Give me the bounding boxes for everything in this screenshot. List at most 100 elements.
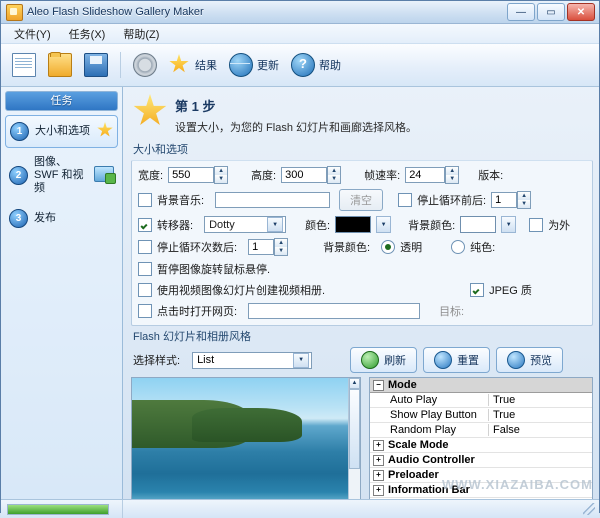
- stop-loop-after-spin-buttons[interactable]: ▲ ▼: [517, 191, 532, 209]
- toolbar-result-button[interactable]: 结果: [164, 51, 222, 79]
- click-url-input[interactable]: [248, 303, 421, 319]
- transition-checkbox[interactable]: [138, 217, 152, 232]
- preview-label: 预览: [530, 355, 553, 367]
- background-color-dropdown-icon[interactable]: ▼: [501, 216, 517, 233]
- property-value[interactable]: True: [488, 409, 592, 421]
- expand-icon[interactable]: +: [373, 439, 384, 451]
- style-group-title: Flash 幻灯片和相册风格: [133, 331, 251, 343]
- toolbar-update-label: 更新: [257, 60, 279, 72]
- preview-photo: [132, 378, 349, 499]
- table-row[interactable]: Show Play Button True: [370, 408, 592, 423]
- loop-stop-input[interactable]: [248, 239, 275, 255]
- table-row[interactable]: Random Play False: [370, 423, 592, 438]
- background-color-swatch[interactable]: [460, 216, 497, 233]
- width-input[interactable]: [168, 167, 215, 183]
- maximize-button[interactable]: ▭: [537, 3, 565, 21]
- menu-file[interactable]: 文件(Y): [5, 24, 60, 44]
- refresh-icon: [361, 351, 380, 369]
- stop-loop-after-checkbox[interactable]: [398, 193, 413, 207]
- jpeg-quality-label: JPEG 质: [489, 285, 532, 297]
- preview-button[interactable]: 预览: [496, 347, 564, 373]
- size-options-title: 大小和选项: [133, 144, 188, 156]
- property-group-border-on-image[interactable]: + Border on Image: [370, 498, 592, 499]
- property-group-scale-mode[interactable]: + Scale Mode: [370, 438, 592, 453]
- stop-loop-after-label: 停止循环前后:: [417, 195, 487, 207]
- sidebar-item-publish[interactable]: 3 发布: [5, 203, 118, 234]
- width-spin-buttons[interactable]: ▲ ▼: [214, 166, 229, 184]
- click-url-label: 点击时打开网页:: [157, 306, 238, 318]
- height-input[interactable]: [281, 167, 328, 183]
- toolbar-open-button[interactable]: [43, 50, 77, 80]
- dimensions-row: 宽度: ▲▼ 高度: ▲▼ 帧速率: ▲▼: [138, 166, 586, 184]
- preview-vertical-scrollbar[interactable]: ▲ ▼: [348, 378, 360, 499]
- help-icon: ?: [291, 53, 315, 77]
- stop-loop-after-stepper[interactable]: ▲▼: [491, 191, 532, 209]
- style-group: Flash 幻灯片和相册风格 选择样式: List ▼ 刷新 重置 预览 ▲ −…: [131, 328, 593, 499]
- transition-color-swatch[interactable]: [335, 216, 372, 233]
- toolbar-settings-button[interactable]: [128, 50, 162, 80]
- sidebar-item-size-options[interactable]: 1 大小和选项: [5, 115, 118, 148]
- transition-select[interactable]: Dotty ▼: [204, 216, 287, 233]
- close-button[interactable]: ✕: [567, 3, 595, 21]
- vertical-scroll-thumb[interactable]: [349, 389, 360, 469]
- chevron-down-icon[interactable]: ▼: [267, 217, 284, 232]
- loop-stop-spin-buttons[interactable]: ▲ ▼: [274, 238, 289, 256]
- transparent-radio[interactable]: [381, 240, 396, 254]
- table-row[interactable]: Auto Play True: [370, 393, 592, 408]
- video-album-checkbox[interactable]: [138, 283, 152, 297]
- clear-button[interactable]: 清空: [339, 189, 384, 211]
- framerate-input[interactable]: [405, 167, 446, 183]
- preview-icon: [507, 351, 526, 369]
- reset-button[interactable]: 重置: [423, 347, 491, 373]
- transition-select-value: Dotty: [209, 218, 235, 231]
- expand-icon[interactable]: +: [373, 454, 384, 466]
- sidebar-header: 任务: [5, 91, 118, 111]
- width-stepper[interactable]: ▲▼: [168, 166, 229, 184]
- image-preview[interactable]: ▲ ▼ ◀ ▶: [131, 377, 361, 499]
- minimize-button[interactable]: —: [507, 3, 535, 21]
- sidebar-item-images-swf-video[interactable]: 2 图像、SWF 和视频: [5, 150, 118, 201]
- click-url-row: 点击时打开网页: 目标:: [138, 303, 586, 319]
- property-key: Random Play: [390, 424, 457, 436]
- jpeg-quality-checkbox[interactable]: [470, 283, 485, 297]
- menu-task[interactable]: 任务(X): [60, 24, 115, 44]
- loop-stop-stepper[interactable]: ▲▼: [248, 238, 289, 256]
- style-select[interactable]: List ▼: [192, 351, 313, 369]
- height-spin-buttons[interactable]: ▲ ▼: [327, 166, 342, 184]
- expand-icon[interactable]: +: [373, 484, 384, 496]
- property-value[interactable]: False: [488, 424, 592, 436]
- expand-icon[interactable]: +: [373, 469, 384, 481]
- toolbar-new-button[interactable]: [7, 50, 41, 80]
- transition-color-dropdown-icon[interactable]: ▼: [376, 216, 392, 233]
- background-music-input[interactable]: [215, 192, 331, 208]
- toolbar-save-button[interactable]: [79, 50, 113, 80]
- step-title: 第 1 步: [175, 99, 216, 114]
- refresh-button[interactable]: 刷新: [350, 347, 418, 373]
- framerate-stepper[interactable]: ▲▼: [405, 166, 460, 184]
- refresh-label: 刷新: [384, 355, 407, 367]
- background-music-checkbox[interactable]: [138, 193, 152, 207]
- toolbar-separator: [120, 52, 121, 78]
- property-group-audio-controller[interactable]: + Audio Controller: [370, 453, 592, 468]
- solid-color-radio[interactable]: [451, 240, 466, 254]
- property-value[interactable]: True: [488, 394, 592, 406]
- click-url-checkbox[interactable]: [138, 304, 152, 318]
- external-checkbox[interactable]: [529, 217, 544, 232]
- property-key: Show Play Button: [390, 409, 477, 421]
- height-stepper[interactable]: ▲▼: [281, 166, 342, 184]
- size-options-group: 大小和选项 宽度: ▲▼ 高度: ▲▼ 帧速率:: [131, 141, 593, 326]
- height-label: 高度:: [251, 170, 277, 182]
- stop-loop-after-input[interactable]: [491, 192, 518, 208]
- toolbar-help-button[interactable]: ? 帮助: [286, 50, 346, 80]
- status-right-area: [123, 503, 599, 515]
- background-music-row: 背景音乐: 清空 停止循环前后: ▲▼: [138, 189, 586, 211]
- menu-help[interactable]: 帮助(Z): [114, 24, 168, 44]
- scroll-up-icon[interactable]: ▲: [349, 378, 360, 389]
- loop-stop-checkbox[interactable]: [138, 240, 152, 254]
- collapse-icon[interactable]: −: [373, 379, 384, 391]
- resize-grip-icon[interactable]: [583, 503, 595, 515]
- framerate-spin-buttons[interactable]: ▲ ▼: [445, 166, 460, 184]
- pause-rotation-checkbox[interactable]: [138, 262, 152, 276]
- toolbar-update-button[interactable]: 更新: [224, 50, 284, 80]
- style-chevron-down-icon[interactable]: ▼: [293, 352, 310, 368]
